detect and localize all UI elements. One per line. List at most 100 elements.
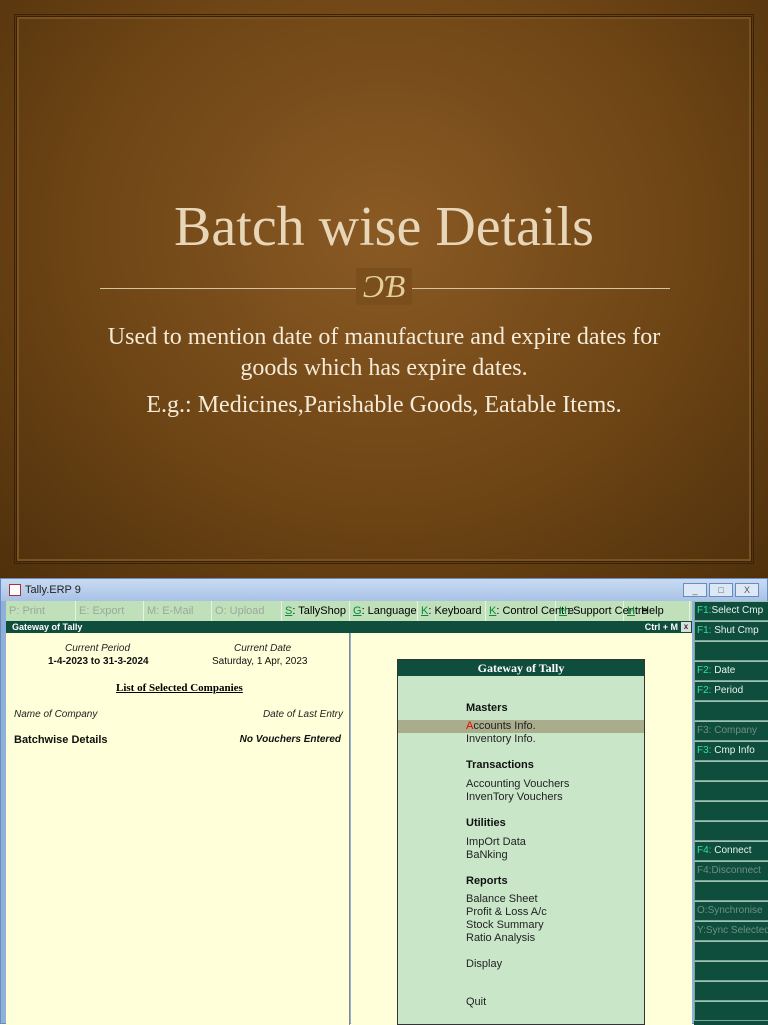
sidebar-label: Sync Selected: [705, 925, 768, 936]
slide-body: Used to mention date of manufacture and …: [100, 322, 668, 427]
sidebar-button-empty: [694, 961, 768, 981]
menu-button-controlcentre[interactable]: K: Control Centre: [486, 601, 574, 621]
menu-label: : Print: [16, 605, 46, 617]
sidebar-label: Shut Cmp: [711, 625, 759, 636]
menu-label: : Upload: [223, 605, 265, 617]
sidebar-button-empty: [694, 801, 768, 821]
section-masters: Masters: [466, 702, 508, 714]
hotkey: Y:: [697, 925, 706, 936]
menu-ratio-analysis[interactable]: Ratio Analysis: [466, 932, 535, 944]
sidebar-button-empty: [694, 1001, 768, 1021]
list-title: List of Selected Companies: [116, 682, 243, 694]
hotkey: F4:: [697, 845, 712, 856]
function-key-sidebar: F1:Select Cmp F1: Shut Cmp F2: Date F2: Per…: [694, 601, 768, 1025]
menu-button-language[interactable]: G: Language: [350, 601, 418, 621]
sidebar-button-empty: [694, 701, 768, 721]
sidebar-label: Synchronise: [707, 905, 763, 916]
sidebar-label: Connect: [711, 845, 752, 856]
company-info-panel: Current Period 1-4-2023 to 31-3-2024 Cur…: [6, 633, 350, 1025]
window-titlebar: Tally.ERP 9 _ □ X: [1, 579, 767, 601]
menu-profit-loss[interactable]: Profit & Loss A/c: [466, 906, 547, 918]
menu-balance-sheet[interactable]: Balance Sheet: [466, 893, 538, 905]
gateway-title-bar: Gateway of Tally Ctrl + M x: [6, 621, 692, 633]
hotkey: F2:: [697, 665, 712, 676]
gateway-panel-area: Gateway of Tally Masters Accounts Info. …: [351, 633, 692, 1025]
slide-title: Batch wise Details: [174, 196, 594, 258]
window-title: Tally.ERP 9: [25, 584, 81, 596]
menu-accounting-vouchers[interactable]: Accounting Vouchers: [466, 778, 569, 790]
hotkey: O: [215, 605, 224, 617]
sidebar-button-empty: [694, 941, 768, 961]
sidebar-button-company[interactable]: F3: Company: [694, 721, 768, 741]
menu-label: : Export: [86, 605, 125, 617]
menu-label: : E-Mail: [156, 605, 194, 617]
gateway-of-tally-menu: Gateway of Tally Masters Accounts Info. …: [397, 659, 645, 1025]
ctrl-m-shortcut: Ctrl + M: [644, 622, 678, 632]
hotkey: M: [147, 605, 157, 617]
current-date-value[interactable]: Saturday, 1 Apr, 2023: [212, 656, 307, 667]
hotkey: F3:: [697, 725, 712, 736]
company-name[interactable]: Batchwise Details: [14, 734, 108, 746]
menu-quit[interactable]: Quit: [466, 996, 486, 1008]
section-utilities: Utilities: [466, 817, 506, 829]
top-menu-bar: P: Print E: Export M: E-Mail O: Upload S: Ta…: [6, 601, 692, 621]
section-reports: Reports: [466, 875, 508, 887]
gateway-menu-title: Gateway of Tally: [398, 660, 644, 676]
menu-button-help[interactable]: H: Help: [624, 601, 690, 621]
menu-inventory-info[interactable]: Inventory Info.: [466, 733, 536, 745]
close-panel-button[interactable]: x: [681, 622, 691, 632]
gateway-bar-title: Gateway of Tally: [12, 622, 83, 632]
sidebar-button-date[interactable]: F2: Date: [694, 661, 768, 681]
maximize-button[interactable]: □: [709, 583, 733, 597]
menu-stock-summary[interactable]: Stock Summary: [466, 919, 544, 931]
menu-button-keyboard[interactable]: K: Keyboard: [418, 601, 486, 621]
minimize-button[interactable]: _: [683, 583, 707, 597]
slide-paragraph: E.g.: Medicines,Parishable Goods, Eatabl…: [146, 392, 622, 418]
menu-accounts-info[interactable]: Accounts Info.: [466, 720, 536, 732]
menu-button-supportcentre[interactable]: H: Support Centre: [556, 601, 648, 621]
sidebar-button-cmpinfo[interactable]: F3: Cmp Info: [694, 741, 768, 761]
column-name-of-company: Name of Company: [14, 709, 98, 720]
hotkey: F1:: [697, 605, 712, 616]
menu-button-print[interactable]: P: Print: [6, 601, 76, 621]
column-date-of-last-entry: Date of Last Entry: [262, 709, 343, 720]
menu-label: : Language: [361, 605, 417, 617]
hotkey: G: [353, 605, 362, 617]
hotkey: H: [559, 605, 567, 617]
tally-window: Tally.ERP 9 _ □ X P: Print E: Export M: E-…: [0, 578, 768, 1025]
menu-button-upload[interactable]: O: Upload: [212, 601, 282, 621]
hotkey: O:: [697, 905, 708, 916]
menu-banking[interactable]: BaNking: [466, 849, 508, 861]
section-transactions: Transactions: [466, 759, 534, 771]
menu-button-export[interactable]: E: Export: [76, 601, 144, 621]
hotkey: F1:: [697, 625, 712, 636]
hotkey: F2:: [697, 685, 712, 696]
sidebar-button-empty: [694, 881, 768, 901]
sidebar-button-empty: [694, 641, 768, 661]
sidebar-button-period[interactable]: F2: Period: [694, 681, 768, 701]
sidebar-button-selectcmp[interactable]: F1:Select Cmp: [694, 601, 768, 621]
current-period-value[interactable]: 1-4-2023 to 31-3-2024: [48, 656, 149, 667]
sidebar-button-connect[interactable]: F4: Connect: [694, 841, 768, 861]
menu-import-data[interactable]: ImpOrt Data: [466, 836, 526, 848]
company-last-entry: No Vouchers Entered: [239, 734, 341, 745]
sidebar-button-syncselected[interactable]: Y:Sync Selected: [694, 921, 768, 941]
flourish-ornament-icon: ƆƁ: [356, 268, 412, 305]
menu-inventory-vouchers[interactable]: InvenTory Vouchers: [466, 791, 563, 803]
sidebar-label: Date: [711, 665, 736, 676]
menu-button-email[interactable]: M: E-Mail: [144, 601, 212, 621]
menu-display[interactable]: Display: [466, 958, 502, 970]
sidebar-label: Disconnect: [711, 865, 761, 876]
sidebar-label: Cmp Info: [711, 745, 755, 756]
sidebar-button-shutcmp[interactable]: F1: Shut Cmp: [694, 621, 768, 641]
sidebar-button-empty: [694, 781, 768, 801]
hotkey: F4:: [697, 865, 712, 876]
menu-button-tallyshop[interactable]: S: TallyShop: [282, 601, 350, 621]
sidebar-button-synchronise[interactable]: O:Synchronise: [694, 901, 768, 921]
presentation-slide: Batch wise Details ƆƁ Used to mention da…: [0, 0, 768, 578]
hotkey: H: [627, 605, 635, 617]
current-period-label: Current Period: [65, 643, 131, 654]
sidebar-button-disconnect[interactable]: F4:Disconnect: [694, 861, 768, 881]
sidebar-button-empty: [694, 981, 768, 1001]
close-button[interactable]: X: [735, 583, 759, 597]
